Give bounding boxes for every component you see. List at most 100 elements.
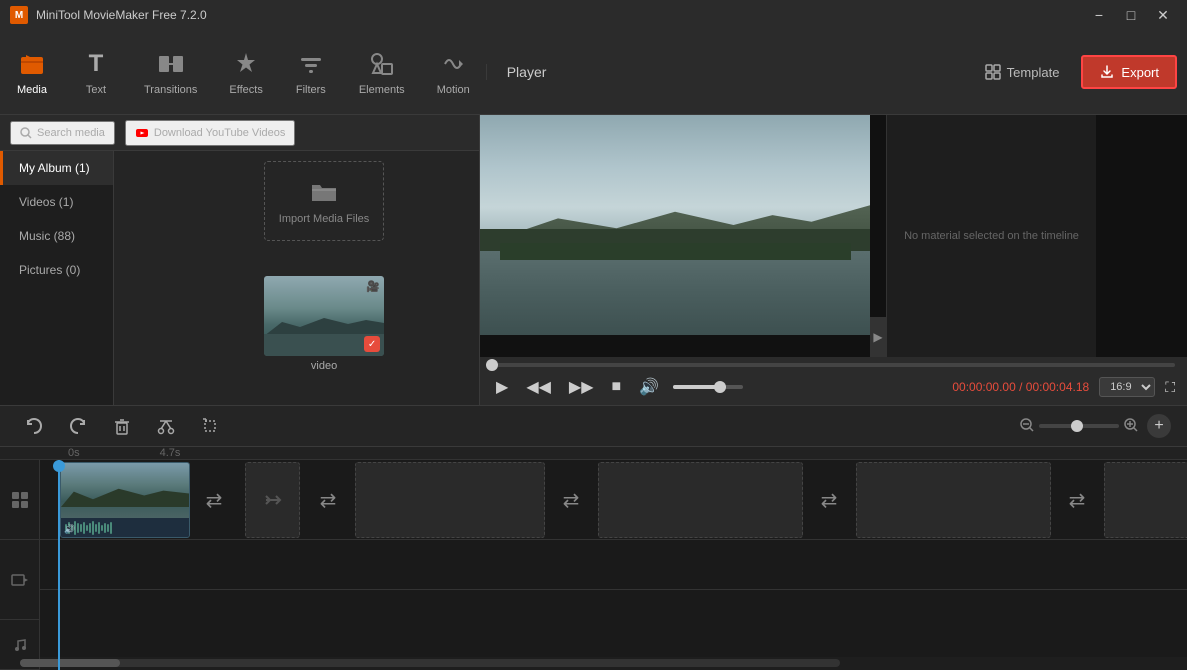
export-icon bbox=[1099, 64, 1115, 80]
time-marker-1: 4.7s bbox=[160, 447, 181, 459]
zoom-slider[interactable] bbox=[1039, 424, 1119, 428]
timeline-scrollbar-thumb[interactable] bbox=[20, 659, 120, 667]
export-label: Export bbox=[1121, 65, 1159, 80]
text-icon: T bbox=[80, 48, 112, 80]
video-water bbox=[480, 251, 870, 335]
video-preview bbox=[480, 115, 870, 335]
cut-button[interactable] bbox=[148, 412, 184, 440]
player-info-panel: No material selected on the timeline bbox=[886, 115, 1096, 357]
volume-thumb[interactable] bbox=[714, 381, 726, 393]
music-track bbox=[40, 540, 1187, 590]
sidebar-item-my-album[interactable]: My Album (1) bbox=[0, 151, 113, 185]
toolbar-media-label: Media bbox=[17, 84, 47, 96]
toolbar-elements-label: Elements bbox=[359, 84, 405, 96]
transition-arrow-2[interactable]: ⇄ bbox=[312, 462, 344, 538]
zoom-controls bbox=[1019, 417, 1139, 436]
crop-button[interactable] bbox=[192, 412, 228, 440]
toolbar-item-transitions[interactable]: Transitions bbox=[128, 40, 213, 104]
video-thumbnail: 🎥 ✓ bbox=[264, 276, 384, 356]
pictures-label: Pictures (0) bbox=[19, 263, 80, 277]
aspect-ratio-select[interactable]: 16:9 9:16 1:1 4:3 bbox=[1099, 377, 1155, 397]
import-media-box[interactable]: Import Media Files bbox=[264, 161, 384, 241]
time-marker-0: 0s bbox=[68, 447, 80, 459]
folder-icon bbox=[309, 177, 339, 207]
expand-arrow[interactable]: ▶ bbox=[870, 317, 886, 357]
template-label: Template bbox=[1007, 65, 1060, 80]
app-icon: M bbox=[10, 6, 28, 24]
clip-thumbnail bbox=[61, 463, 189, 518]
delete-button[interactable] bbox=[104, 412, 140, 440]
toolbar-item-filters[interactable]: Filters bbox=[279, 40, 343, 104]
timeline-header: 0s 4.7s bbox=[0, 447, 1187, 460]
volume-slider[interactable] bbox=[673, 385, 743, 389]
transition-slot-5[interactable] bbox=[1104, 462, 1187, 538]
wave-bar bbox=[107, 524, 109, 532]
transition-arrow-1[interactable]: ⇄ bbox=[198, 462, 230, 538]
add-timeline-button[interactable]: + bbox=[1147, 414, 1171, 438]
current-time: 00:00:00.00 bbox=[952, 380, 1015, 394]
crop-icon bbox=[200, 416, 220, 436]
timeline-track-icons bbox=[0, 460, 40, 670]
toolbar-item-elements[interactable]: Elements bbox=[343, 40, 421, 104]
stop-button[interactable]: ■ bbox=[608, 376, 626, 398]
wave-bar bbox=[86, 525, 88, 531]
redo-button[interactable] bbox=[60, 412, 96, 440]
timeline-scrollbar[interactable] bbox=[20, 659, 840, 667]
edit-toolbar: + bbox=[0, 405, 1187, 447]
wave-bar bbox=[95, 524, 97, 532]
playback-progress-bar[interactable] bbox=[492, 363, 1175, 367]
total-time: 00:00:04.18 bbox=[1026, 380, 1089, 394]
video-camera-icon: 🎥 bbox=[366, 280, 380, 293]
transition-arrow-3[interactable]: ⇄ bbox=[555, 462, 587, 538]
time-display: 00:00:00.00 / 00:00:04.18 bbox=[952, 380, 1089, 394]
redo-icon bbox=[68, 416, 88, 436]
playhead[interactable] bbox=[58, 460, 60, 670]
template-icon bbox=[985, 64, 1001, 80]
video-clip-1[interactable]: 🔊 bbox=[60, 462, 190, 538]
transition-arrow-5[interactable]: ⇄ bbox=[1061, 462, 1093, 538]
media-content-area: Import Media Files 🎥 ✓ bbox=[254, 151, 479, 405]
transition-slot-4[interactable] bbox=[856, 462, 1051, 538]
wave-bar bbox=[89, 523, 91, 533]
transition-slot-3[interactable] bbox=[598, 462, 803, 538]
zoom-out-icon[interactable] bbox=[1019, 417, 1035, 436]
fullscreen-button[interactable]: ⛶ bbox=[1165, 379, 1175, 396]
maximize-button[interactable]: □ bbox=[1117, 5, 1145, 25]
transition-slot-1[interactable] bbox=[245, 462, 300, 538]
zoom-in-icon[interactable] bbox=[1123, 417, 1139, 436]
video-track: 🔊 ⇄ ⇄ ⇄ ⇄ ⇄ bbox=[40, 460, 1187, 540]
search-media-button[interactable]: Search media bbox=[10, 121, 115, 145]
transition-slot-2[interactable] bbox=[355, 462, 545, 538]
time-separator: / bbox=[1019, 380, 1026, 394]
video-media-wrap: 🎥 ✓ video bbox=[264, 276, 384, 395]
download-youtube-label: Download YouTube Videos bbox=[154, 127, 286, 139]
cut-icon bbox=[156, 416, 176, 436]
wave-bar bbox=[80, 524, 82, 532]
play-button[interactable]: ▶ bbox=[492, 375, 512, 399]
toolbar-item-text[interactable]: T Text bbox=[64, 40, 128, 104]
toolbar-item-media[interactable]: Media bbox=[0, 40, 64, 104]
sidebar-item-music[interactable]: Music (88) bbox=[0, 219, 113, 253]
motion-icon bbox=[437, 48, 469, 80]
step-back-button[interactable]: ◀◀ bbox=[522, 375, 555, 399]
search-media-label: Search media bbox=[37, 127, 105, 139]
undo-button[interactable] bbox=[16, 412, 52, 440]
toolbar-filters-label: Filters bbox=[296, 84, 326, 96]
sidebar-item-videos[interactable]: Videos (1) bbox=[0, 185, 113, 219]
video-item-label: video bbox=[264, 360, 384, 372]
sidebar-item-pictures[interactable]: Pictures (0) bbox=[0, 253, 113, 287]
video-media-item[interactable]: 🎥 ✓ bbox=[264, 276, 384, 356]
transition-slot-icon bbox=[262, 489, 284, 511]
download-youtube-button[interactable]: Download YouTube Videos bbox=[125, 120, 296, 146]
transition-arrow-4[interactable]: ⇄ bbox=[813, 462, 845, 538]
export-button[interactable]: Export bbox=[1081, 55, 1177, 89]
minimize-button[interactable]: − bbox=[1085, 5, 1113, 25]
close-button[interactable]: ✕ bbox=[1149, 5, 1177, 25]
wave-bar bbox=[92, 521, 94, 535]
step-forward-button[interactable]: ▶▶ bbox=[565, 375, 598, 399]
toolbar-item-motion[interactable]: Motion bbox=[421, 40, 486, 104]
volume-button[interactable]: 🔊 bbox=[635, 375, 663, 399]
template-button[interactable]: Template bbox=[971, 58, 1074, 86]
toolbar-item-effects[interactable]: Effects bbox=[213, 40, 278, 104]
progress-thumb[interactable] bbox=[486, 359, 498, 371]
